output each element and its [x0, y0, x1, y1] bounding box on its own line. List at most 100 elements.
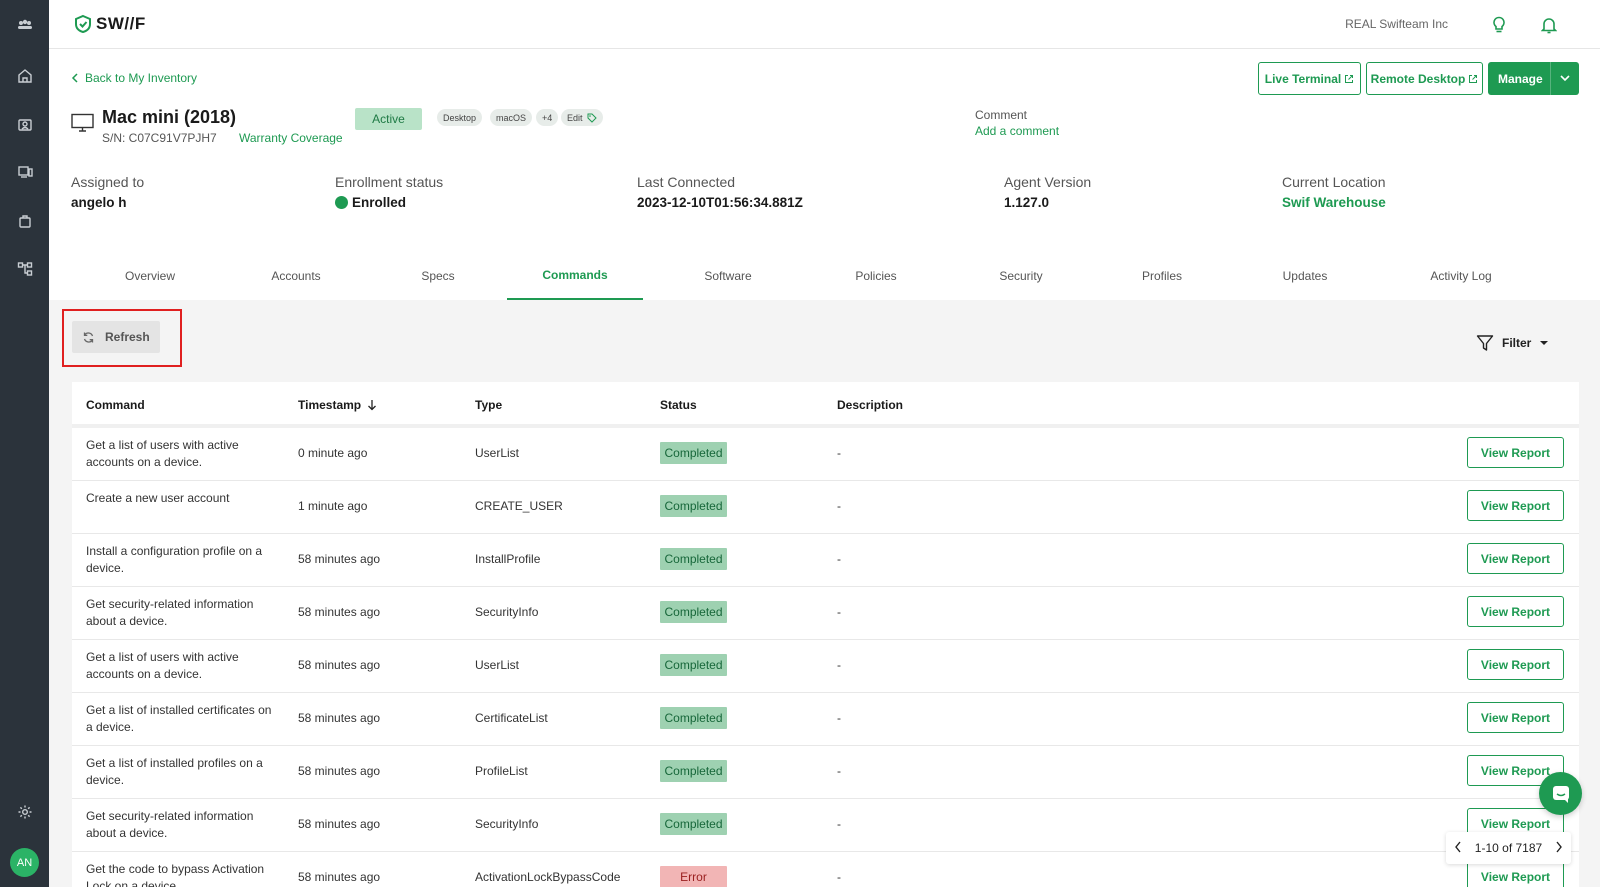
device-name: Mac mini (2018) [102, 107, 237, 127]
header-command[interactable]: Command [86, 398, 145, 412]
prev-page-button[interactable] [1454, 841, 1462, 856]
timestamp-cell: 1 minute ago [298, 499, 368, 513]
last-connected-value: 2023-12-10T01:56:34.881Z [637, 195, 803, 210]
chevron-right-icon [1556, 841, 1562, 852]
command-cell: Get a list of installed profiles on a de… [86, 756, 263, 787]
view-report-button[interactable]: View Report [1467, 437, 1564, 468]
next-page-button[interactable] [1555, 841, 1563, 856]
status-badge: Completed [660, 760, 727, 782]
timestamp-cell: 58 minutes ago [298, 764, 381, 778]
description-cell: - [837, 552, 841, 566]
chat-icon [1552, 785, 1569, 803]
type-cell: CertificateList [475, 711, 548, 725]
description-cell: - [837, 658, 841, 672]
description-cell: - [837, 870, 841, 884]
command-cell: Get security-related information about a… [86, 809, 254, 840]
view-report-button[interactable]: View Report [1467, 490, 1564, 521]
type-cell: InstallProfile [475, 552, 541, 566]
settings-icon[interactable] [14, 801, 36, 823]
header-timestamp-label: Timestamp [298, 398, 362, 412]
type-cell: ProfileList [475, 764, 528, 778]
header-description[interactable]: Description [837, 398, 903, 412]
tab-accounts[interactable]: Accounts [235, 252, 357, 300]
tab-updates[interactable]: Updates [1244, 252, 1366, 300]
devices-icon[interactable] [14, 161, 36, 183]
tab-activity-log[interactable]: Activity Log [1396, 252, 1526, 300]
tag-more[interactable]: +4 [536, 109, 559, 126]
command-cell: Get a list of users with active accounts… [86, 650, 239, 681]
agent-version-label: Agent Version [1004, 174, 1092, 190]
view-report-button[interactable]: View Report [1467, 702, 1564, 733]
caret-down-icon [1540, 341, 1549, 345]
view-report-button[interactable]: View Report [1467, 861, 1564, 887]
table-row: Get security-related information about a… [72, 799, 1579, 852]
logo-text: SW//F [96, 14, 146, 33]
enrollment-status-label: Enrollment status [335, 174, 444, 190]
workflow-icon[interactable] [14, 258, 36, 280]
table-row: Get a list of installed certificates on … [72, 693, 1579, 746]
last-connected-label: Last Connected [637, 174, 736, 190]
remote-desktop-button[interactable]: Remote Desktop [1366, 62, 1483, 95]
logo[interactable]: SW//F [73, 14, 146, 34]
pagination-label: 1-10 of 7187 [1474, 841, 1543, 855]
type-cell: SecurityInfo [475, 817, 539, 831]
tab-security[interactable]: Security [960, 252, 1082, 300]
filter-label: Filter [1502, 336, 1532, 350]
external-link-icon [1469, 74, 1478, 83]
edit-tags-button[interactable]: Edit [561, 109, 603, 126]
avatar[interactable]: AN [10, 848, 39, 877]
header-type[interactable]: Type [475, 398, 502, 412]
tab-commands[interactable]: Commands [507, 252, 643, 300]
device-tabs: Overview Accounts Specs Commands Softwar… [49, 252, 1600, 300]
people-icon[interactable] [14, 113, 36, 135]
view-report-button[interactable]: View Report [1467, 596, 1564, 627]
filter-dropdown[interactable]: Filter [1476, 334, 1549, 352]
current-location-link[interactable]: Swif Warehouse [1282, 195, 1386, 210]
status-badge: Error [660, 866, 727, 887]
highlight-annotation [62, 309, 182, 367]
chat-support-button[interactable] [1539, 772, 1582, 815]
bell-icon[interactable] [1539, 15, 1559, 35]
enrolled-status-dot [335, 196, 348, 209]
sort-descending-icon[interactable] [367, 399, 377, 411]
warranty-coverage-link[interactable]: Warranty Coverage [239, 131, 343, 145]
team-icon[interactable] [14, 14, 36, 36]
tab-software[interactable]: Software [667, 252, 789, 300]
type-cell: ActivationLockBypassCode [475, 870, 621, 884]
live-terminal-label: Live Terminal [1264, 71, 1342, 86]
description-cell: - [837, 446, 841, 460]
tab-overview[interactable]: Overview [89, 252, 211, 300]
add-comment-link[interactable]: Add a comment [975, 124, 1059, 138]
timestamp-cell: 58 minutes ago [298, 658, 381, 672]
manage-button[interactable]: Manage [1488, 62, 1579, 95]
inventory-icon[interactable] [14, 210, 36, 232]
serial-number: S/N: C07C91V7PJH7 [102, 131, 217, 145]
enrollment-status-value: Enrolled [335, 195, 406, 210]
external-link-icon [1345, 74, 1354, 83]
organization-name: REAL Swifteam Inc [1345, 17, 1448, 31]
header-status[interactable]: Status [660, 398, 697, 412]
remote-desktop-label: Remote Desktop [1370, 71, 1466, 86]
view-report-button[interactable]: View Report [1467, 649, 1564, 680]
device-status-badge: Active [355, 108, 422, 130]
status-badge: Completed [660, 442, 727, 464]
manage-label: Manage [1498, 71, 1543, 86]
tab-specs[interactable]: Specs [377, 252, 499, 300]
tab-policies[interactable]: Policies [815, 252, 937, 300]
view-report-button[interactable]: View Report [1467, 543, 1564, 574]
table-row: Create a new user account 1 minute ago CRE… [72, 481, 1579, 534]
header-timestamp[interactable]: Timestamp [298, 398, 377, 412]
type-cell: UserList [475, 658, 520, 672]
lightbulb-icon[interactable] [1489, 15, 1509, 35]
shield-logo-icon [75, 14, 91, 34]
tab-profiles[interactable]: Profiles [1101, 252, 1223, 300]
chevron-left-icon [71, 73, 78, 83]
back-to-inventory-link[interactable]: Back to My Inventory [71, 71, 197, 85]
live-terminal-button[interactable]: Live Terminal [1258, 62, 1361, 95]
timestamp-cell: 58 minutes ago [298, 605, 381, 619]
home-icon[interactable] [14, 65, 36, 87]
timestamp-cell: 58 minutes ago [298, 870, 381, 884]
tag-icon [587, 113, 597, 123]
chevron-down-icon[interactable] [1558, 71, 1572, 85]
command-cell: Create a new user account [86, 491, 230, 505]
